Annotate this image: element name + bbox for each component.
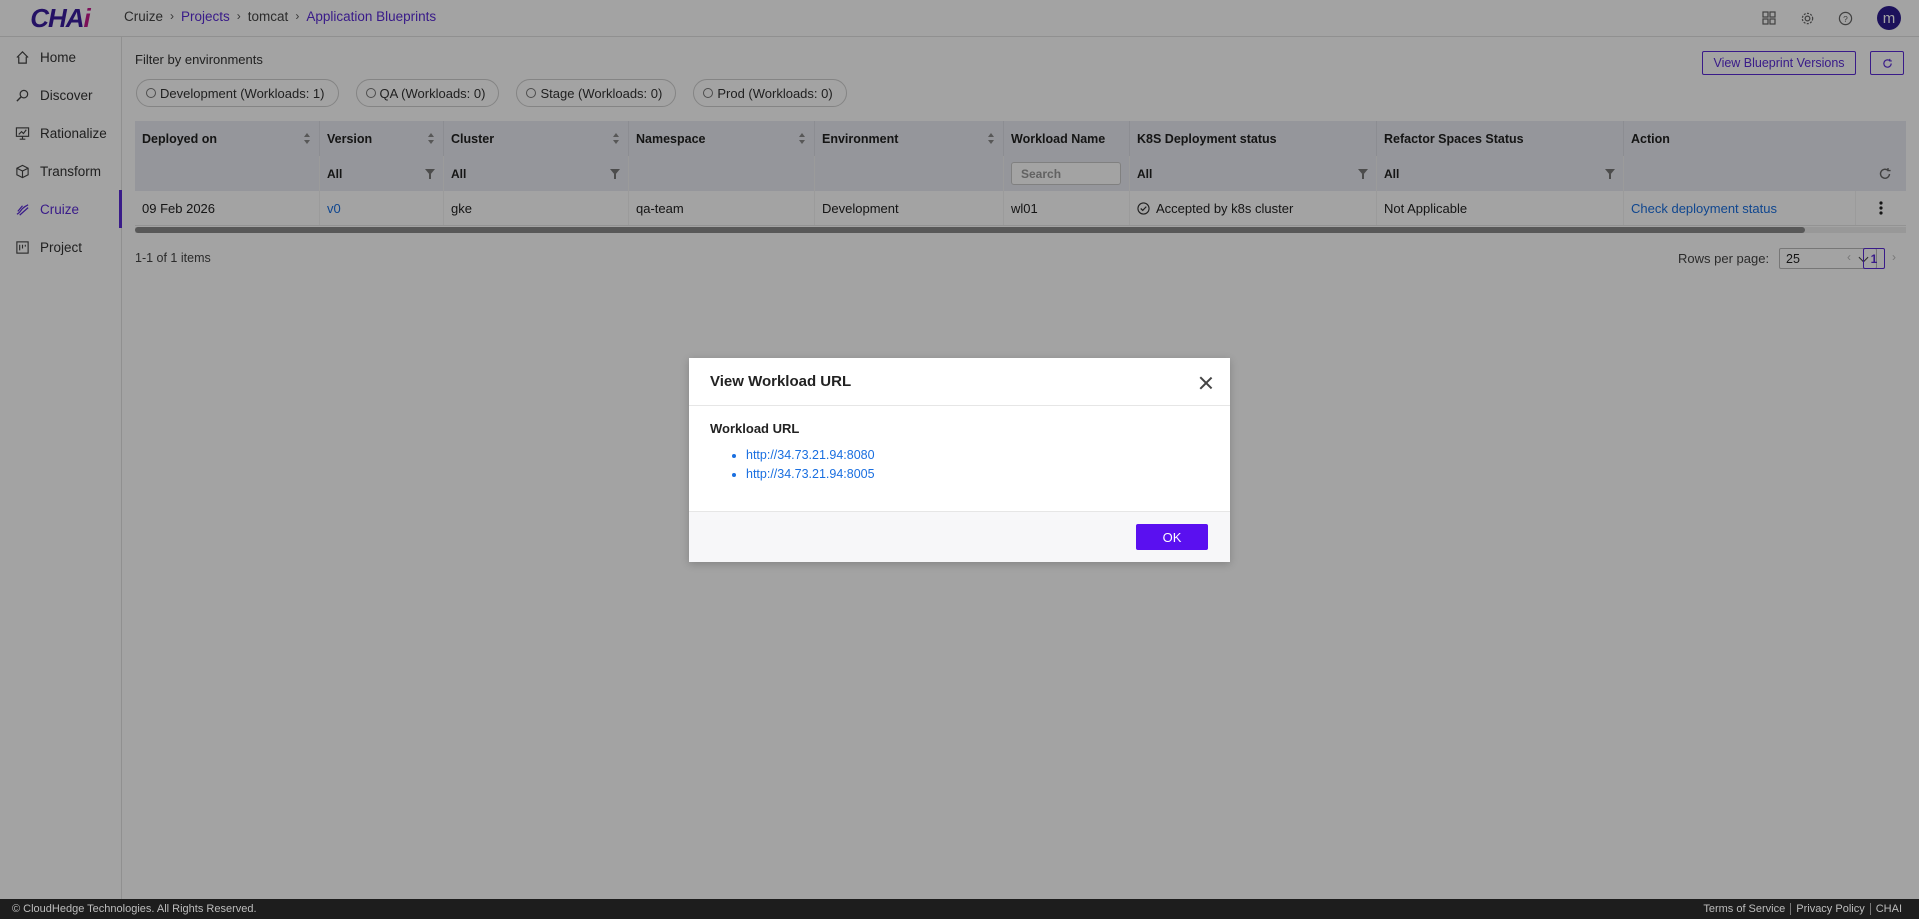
ok-button[interactable]: OK [1136,524,1208,550]
close-icon[interactable] [1199,376,1213,390]
dialog-header: View Workload URL [689,358,1230,406]
dialog-body: Workload URL http://34.73.21.94:8080 htt… [689,406,1230,511]
chai-link[interactable]: CHAI [1871,903,1907,915]
footer: © CloudHedge Technologies. All Rights Re… [0,899,1919,919]
terms-of-service-link[interactable]: Terms of Service [1698,903,1792,915]
privacy-policy-link[interactable]: Privacy Policy [1791,903,1871,915]
dialog-title: View Workload URL [710,373,852,390]
dialog-footer: OK [689,511,1230,562]
workload-url-link[interactable]: http://34.73.21.94:8080 [746,446,1209,465]
workload-url-link[interactable]: http://34.73.21.94:8005 [746,465,1209,484]
workload-url-label: Workload URL [710,421,800,436]
copyright-text: © CloudHedge Technologies. All Rights Re… [12,903,257,915]
view-workload-url-dialog: View Workload URL Workload URL http://34… [689,358,1230,562]
workload-url-list: http://34.73.21.94:8080 http://34.73.21.… [710,446,1209,484]
